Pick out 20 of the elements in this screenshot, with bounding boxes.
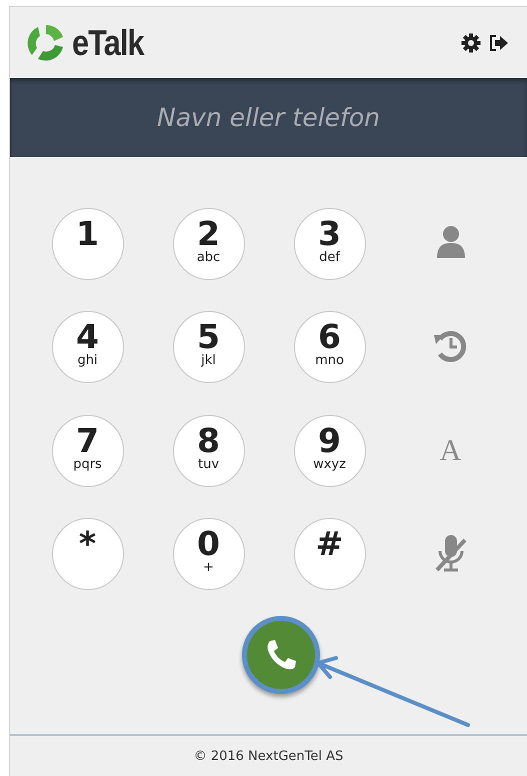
dial-key[interactable]: 4 ghi	[52, 311, 124, 384]
search-field[interactable]: Navn eller telefon	[10, 78, 527, 157]
dial-key[interactable]: 2 abc	[172, 208, 244, 280]
dial-key[interactable]: 0 +	[172, 518, 244, 590]
dial-key[interactable]: 8 tuv	[172, 414, 244, 487]
dial-key[interactable]: 9 wxyz	[294, 414, 366, 487]
settings-icon[interactable]	[461, 32, 481, 52]
dial-key[interactable]: 6 mno	[294, 311, 366, 384]
muted-microphone-icon	[434, 532, 468, 573]
dial-key[interactable]: 3 def	[294, 208, 366, 280]
dial-key[interactable]: 7 pqrs	[52, 414, 124, 487]
dial-key[interactable]: #	[294, 518, 366, 590]
copyright-text: © 2016 NextGenTel AS	[194, 749, 344, 764]
logout-icon[interactable]	[489, 34, 509, 52]
person-icon	[434, 224, 466, 260]
logo-icon	[26, 22, 66, 62]
dial-key[interactable]: 5 jkl	[172, 311, 244, 384]
dial-key[interactable]: 1	[52, 208, 124, 280]
logo-text: eTalk	[72, 22, 144, 64]
dial-key[interactable]: *	[52, 518, 124, 590]
